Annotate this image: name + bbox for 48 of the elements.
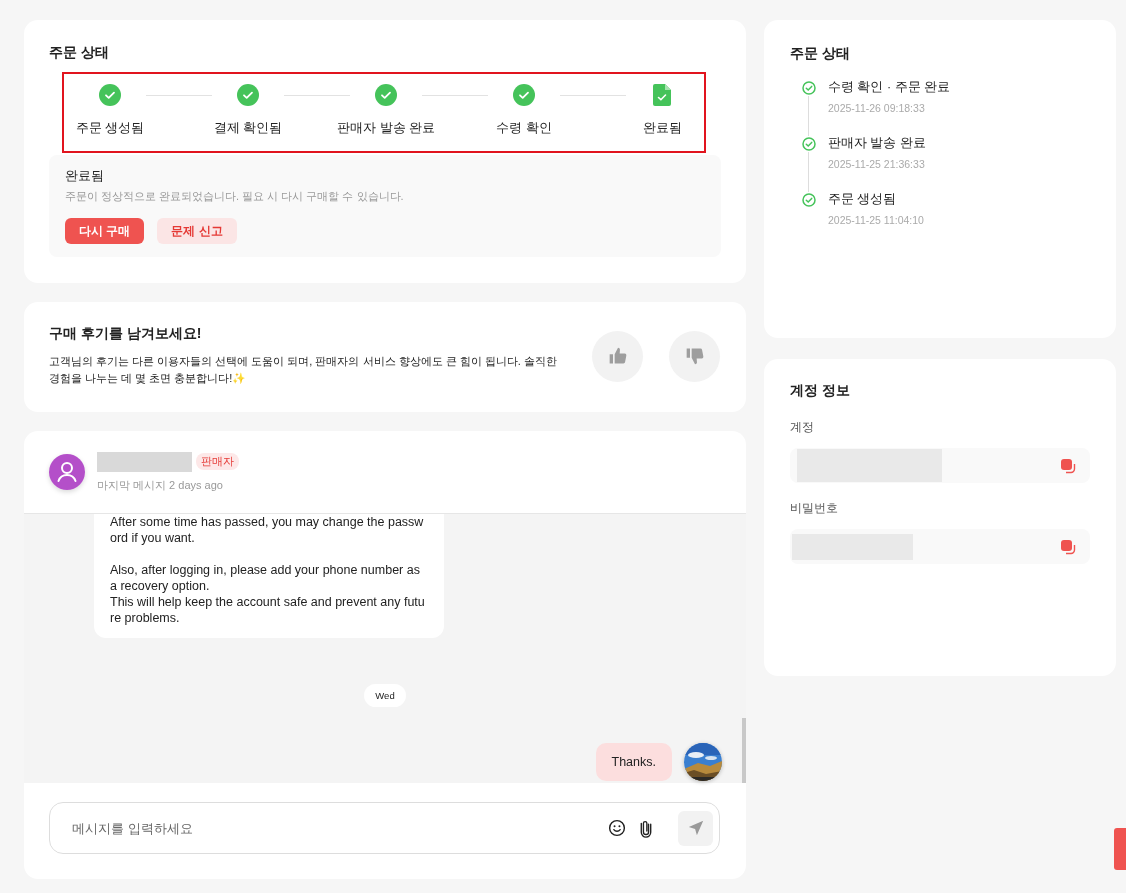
date-label: Wed xyxy=(364,684,406,707)
step-label: 판매자 발송 완료 xyxy=(336,119,436,137)
thumbs-down-icon xyxy=(684,346,705,366)
check-circle-icon xyxy=(802,193,816,207)
last-message-time: 마지막 메시지 2 days ago xyxy=(97,477,224,493)
paperclip-icon[interactable] xyxy=(640,818,652,838)
event-title: 수령 확인 · 주문 완료 xyxy=(828,79,951,96)
step-label: 결제 확인됨 xyxy=(213,119,283,137)
message-bubble: Thanks. xyxy=(595,743,672,781)
send-button[interactable] xyxy=(678,810,713,846)
review-text: 고객님의 후기는 다른 이용자들의 선택에 도움이 되며, 판매자의 서비스 향상에도 큰 힘이 됩니다. 솔직한 경험을 나누는 데 몇 초면 충분합니다!✨ xyxy=(49,354,558,386)
check-circle-icon xyxy=(513,84,535,106)
review-title: 구매 후기를 남겨보세요! xyxy=(49,325,203,343)
step-label: 완료됨 xyxy=(642,119,682,137)
event-time: 2025-11-25 21:36:33 xyxy=(828,158,926,170)
step-label: 주문 생성됨 xyxy=(75,119,145,137)
seller-badge: 판매자 xyxy=(196,453,239,470)
section-title: 주문 상태 xyxy=(49,44,110,62)
event-title: 주문 생성됨 xyxy=(828,191,898,208)
thumbs-up-icon xyxy=(607,346,628,366)
field-label: 계정 xyxy=(790,419,815,436)
message-input[interactable]: 메시지를 입력하세요 xyxy=(70,819,594,837)
document-check-icon xyxy=(653,84,671,106)
section-title: 주문 상태 xyxy=(790,45,851,63)
emoji-icon[interactable] xyxy=(608,819,626,837)
report-button[interactable]: 문제 신고 xyxy=(157,218,237,244)
field-label: 비밀번호 xyxy=(790,500,839,517)
user-avatar xyxy=(49,454,85,490)
event-time: 2025-11-26 09:18:33 xyxy=(828,102,926,114)
event-time: 2025-11-25 11:04:10 xyxy=(828,214,924,226)
thumbs-up-button[interactable] xyxy=(592,330,643,382)
status-description: 주문이 정상적으로 완료되었습니다. 필요 시 다시 구매할 수 있습니다. xyxy=(65,189,405,204)
copy-button[interactable] xyxy=(1060,457,1076,474)
copy-button[interactable] xyxy=(1060,538,1076,555)
status-title: 완료됨 xyxy=(65,167,105,185)
event-title: 판매자 발송 완료 xyxy=(828,135,926,152)
check-circle-icon xyxy=(802,137,816,151)
thumbs-down-button[interactable] xyxy=(669,330,720,382)
message-bubble: After some time has passed, you may change the password if you want. Also, after logging in, please add your phone number as a recovery option. This will help keep the account safe and prevent any future problems. xyxy=(94,514,444,638)
check-circle-icon xyxy=(99,84,121,106)
message-composer[interactable]: 메시지를 입력하세요 xyxy=(49,802,720,854)
section-title: 계정 정보 xyxy=(790,382,851,400)
check-circle-icon xyxy=(375,84,397,106)
step-label: 수령 확인 xyxy=(496,119,552,137)
check-circle-icon xyxy=(237,84,259,106)
check-circle-icon xyxy=(802,81,816,95)
scrollbar-thumb[interactable] xyxy=(742,718,746,783)
rebuy-button[interactable]: 다시 구매 xyxy=(65,218,145,244)
